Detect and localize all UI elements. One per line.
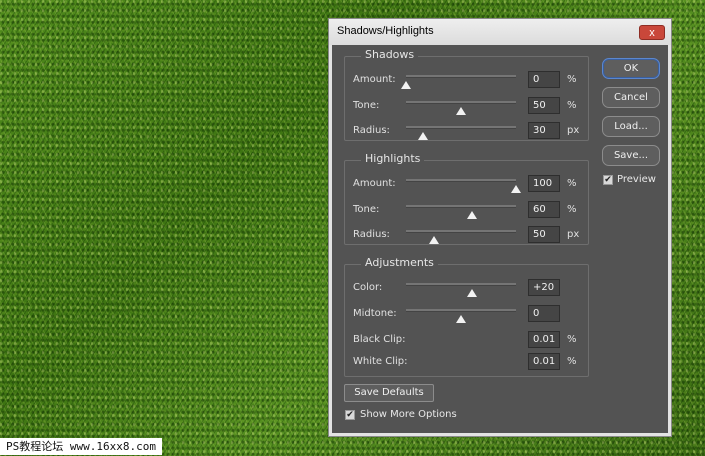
adjustments-legend: Adjustments (361, 256, 438, 269)
watermark-text: PS教程论坛 www.16xx8.com (0, 438, 162, 455)
black-clip-input[interactable]: 0.01 (528, 331, 560, 348)
midtone-slider-thumb[interactable] (456, 315, 466, 323)
white-clip-unit: % (567, 356, 577, 367)
highlights-tone-unit: % (567, 204, 577, 215)
shadows-amount-slider[interactable] (401, 75, 516, 89)
white-clip-row: White Clip: 0.01 % (345, 353, 588, 373)
white-clip-input[interactable]: 0.01 (528, 353, 560, 370)
highlights-radius-input[interactable]: 50 (528, 226, 560, 243)
shadows-radius-slider[interactable] (406, 126, 516, 140)
shadows-tone-unit: % (567, 100, 577, 111)
highlights-amount-row: Amount: 100 % (345, 175, 588, 195)
midtone-slider[interactable] (406, 309, 516, 323)
highlights-radius-slider[interactable] (406, 230, 516, 244)
adjustments-group: Adjustments Color: +20 Midtone: 0 Black … (344, 256, 589, 377)
shadows-amount-label: Amount: (353, 74, 396, 85)
cancel-button[interactable]: Cancel (602, 87, 660, 108)
shadows-legend: Shadows (361, 48, 419, 61)
shadows-amount-input[interactable]: 0 (528, 71, 560, 88)
shadows-radius-row: Radius: 30 px (345, 122, 588, 142)
shadows-tone-input[interactable]: 50 (528, 97, 560, 114)
close-button[interactable]: x (639, 25, 665, 40)
color-slider[interactable] (406, 283, 516, 297)
save-button[interactable]: Save... (602, 145, 660, 166)
black-clip-label: Black Clip: (353, 334, 406, 345)
highlights-tone-slider[interactable] (406, 205, 516, 219)
show-more-options-checkbox[interactable]: ✔ (345, 410, 355, 420)
shadows-highlights-dialog: Shadows/Highlights x Shadows Amount: 0 %… (328, 18, 672, 437)
highlights-tone-label: Tone: (353, 204, 380, 215)
shadows-group: Shadows Amount: 0 % Tone: 50 % Radius: 3… (344, 48, 589, 142)
highlights-tone-row: Tone: 60 % (345, 201, 588, 221)
shadows-radius-input[interactable]: 30 (528, 122, 560, 139)
shadows-tone-row: Tone: 50 % (345, 97, 588, 117)
highlights-radius-row: Radius: 50 px (345, 226, 588, 246)
color-input[interactable]: +20 (528, 279, 560, 296)
shadows-radius-slider-thumb[interactable] (417, 132, 428, 140)
highlights-amount-unit: % (567, 178, 577, 189)
midtone-row: Midtone: 0 (345, 305, 588, 325)
highlights-radius-slider-thumb[interactable] (428, 236, 439, 244)
shadows-radius-label: Radius: (353, 125, 390, 136)
dialog-body: Shadows Amount: 0 % Tone: 50 % Radius: 3… (332, 45, 668, 433)
shadows-amount-unit: % (567, 74, 577, 85)
color-label: Color: (353, 282, 383, 293)
highlights-tone-slider-thumb[interactable] (467, 211, 477, 219)
black-clip-unit: % (567, 334, 577, 345)
midtone-label: Midtone: (353, 308, 397, 319)
highlights-amount-slider-thumb[interactable] (511, 185, 521, 193)
midtone-input[interactable]: 0 (528, 305, 560, 322)
shadows-tone-slider-thumb[interactable] (456, 107, 466, 115)
load-button[interactable]: Load... (602, 116, 660, 137)
black-clip-row: Black Clip: 0.01 % (345, 331, 588, 351)
show-more-options-label[interactable]: Show More Options (360, 409, 457, 420)
shadows-radius-unit: px (567, 125, 580, 136)
highlights-radius-unit: px (567, 229, 580, 240)
highlights-amount-slider[interactable] (406, 179, 521, 193)
preview-label[interactable]: Preview (617, 174, 656, 185)
shadows-tone-label: Tone: (353, 100, 380, 111)
highlights-legend: Highlights (361, 152, 425, 165)
preview-checkbox[interactable]: ✔ (603, 175, 613, 185)
dialog-title: Shadows/Highlights (337, 25, 434, 37)
shadows-amount-row: Amount: 0 % (345, 71, 588, 91)
highlights-radius-label: Radius: (353, 229, 390, 240)
save-defaults-button[interactable]: Save Defaults (344, 384, 434, 402)
color-slider-thumb[interactable] (467, 289, 477, 297)
highlights-group: Highlights Amount: 100 % Tone: 60 % Radi… (344, 152, 589, 246)
shadows-tone-slider[interactable] (406, 101, 516, 115)
highlights-tone-input[interactable]: 60 (528, 201, 560, 218)
white-clip-label: White Clip: (353, 356, 408, 367)
highlights-amount-input[interactable]: 100 (528, 175, 560, 192)
highlights-amount-label: Amount: (353, 178, 396, 189)
color-row: Color: +20 (345, 279, 588, 299)
title-bar[interactable]: Shadows/Highlights x (329, 19, 671, 45)
shadows-amount-slider-thumb[interactable] (401, 81, 411, 89)
ok-button[interactable]: OK (602, 58, 660, 79)
